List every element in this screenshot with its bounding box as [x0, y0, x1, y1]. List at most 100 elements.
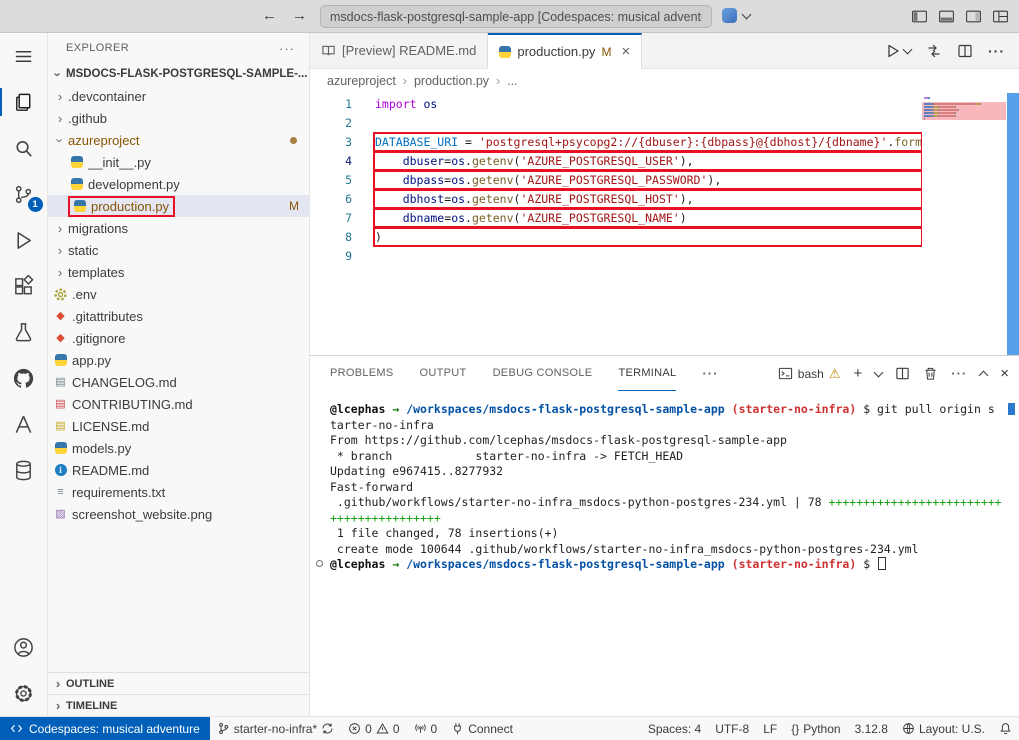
tree-item-static[interactable]: ›static	[48, 239, 309, 261]
tree-item-templates[interactable]: ›templates	[48, 261, 309, 283]
tree-item-.env[interactable]: .env	[48, 283, 309, 305]
timeline-section[interactable]: › TIMELINE	[48, 694, 309, 716]
tree-item-LICENSE.md[interactable]: ▤LICENSE.md	[48, 415, 309, 437]
azure-icon[interactable]	[0, 401, 48, 447]
menu-icon[interactable]	[0, 33, 48, 79]
explorer-more-icon[interactable]: ···	[279, 41, 295, 56]
run-python-file-button[interactable]	[885, 43, 911, 59]
code-line-2[interactable]: 2	[310, 114, 922, 133]
tree-item-development.py[interactable]: development.py	[48, 173, 309, 195]
toggle-sidebar-icon[interactable]	[911, 8, 928, 25]
terminal-content[interactable]: @lcephas → /workspaces/msdocs-flask-post…	[310, 396, 1019, 716]
terminal-shell-selector[interactable]: bash ⚠	[778, 366, 841, 382]
extensions-icon[interactable]	[0, 263, 48, 309]
editor-actions: ···	[885, 33, 1019, 68]
explorer-root-folder[interactable]: › MSDOCS-FLASK-POSTGRESQL-SAMPLE-...	[48, 63, 309, 85]
tab-readme-preview[interactable]: [Preview] README.md	[310, 33, 488, 68]
launch-profile-chevron-icon[interactable]	[874, 367, 884, 377]
notifications-button[interactable]	[992, 717, 1019, 740]
back-icon[interactable]: ←	[262, 7, 277, 24]
tree-item-CONTRIBUTING.md[interactable]: ▤CONTRIBUTING.md	[48, 393, 309, 415]
tree-item-production.py[interactable]: production.pyM	[48, 195, 309, 217]
code-line-9[interactable]: 9	[310, 247, 922, 266]
code-line-5[interactable]: 5 dbpass=os.getenv('AZURE_POSTGRESQL_PAS…	[310, 171, 922, 190]
database-icon[interactable]	[0, 447, 48, 493]
tab-terminal[interactable]: TERMINAL	[618, 356, 676, 391]
radio-tower-icon	[414, 722, 427, 735]
panel-more-tabs-icon[interactable]: ···	[702, 366, 718, 381]
code-editor[interactable]: 1import os23DATABASE_URI = 'postgresql+p…	[310, 93, 1019, 355]
line-number: 6	[310, 190, 352, 209]
tab-production-py[interactable]: production.py M ×	[488, 33, 642, 69]
branch-indicator[interactable]: starter-no-infra*	[210, 717, 341, 740]
tree-item-__init__.py[interactable]: __init__.py	[48, 151, 309, 173]
code-line-6[interactable]: 6 dbhost=os.getenv('AZURE_POSTGRESQL_HOS…	[310, 190, 922, 209]
account-icon[interactable]	[0, 624, 48, 670]
command-center-text: msdocs-flask-postgresql-sample-app [Code…	[330, 10, 702, 24]
command-decoration-icon[interactable]	[316, 560, 323, 567]
file-tree: ›.devcontainer›.github›azureproject__ini…	[48, 85, 309, 525]
ports-indicator[interactable]: 0	[407, 717, 445, 740]
outline-section[interactable]: › OUTLINE	[48, 672, 309, 694]
customize-layout-icon[interactable]	[992, 8, 1009, 25]
remote-indicator[interactable]: Codespaces: musical adventure	[0, 717, 210, 740]
panel-views-more-icon[interactable]: ···	[951, 366, 967, 381]
connect-button[interactable]: Connect	[444, 717, 520, 740]
open-changes-icon[interactable]	[926, 43, 942, 59]
split-terminal-icon[interactable]	[895, 366, 910, 381]
tree-item-requirements.txt[interactable]: ≡requirements.txt	[48, 481, 309, 503]
breadcrumb-symbol[interactable]: ...	[507, 74, 517, 88]
tree-item-models.py[interactable]: models.py	[48, 437, 309, 459]
eol-indicator[interactable]: LF	[756, 717, 784, 740]
problems-indicator[interactable]: 0 0	[341, 717, 406, 740]
tree-item-azureproject[interactable]: ›azureproject	[48, 129, 309, 151]
kill-terminal-trash-icon[interactable]	[923, 366, 938, 381]
tree-item-screenshot_website.png[interactable]: ▨screenshot_website.png	[48, 503, 309, 525]
language-indicator[interactable]: {} Python	[784, 717, 847, 740]
code-line-7[interactable]: 7 dbname=os.getenv('AZURE_POSTGRESQL_NAM…	[310, 209, 922, 228]
tree-item-.devcontainer[interactable]: ›.devcontainer	[48, 85, 309, 107]
split-editor-icon[interactable]	[957, 43, 973, 59]
more-actions-icon[interactable]: ···	[988, 43, 1005, 59]
code-line-8[interactable]: 8)	[310, 228, 922, 247]
tab-label: [Preview] README.md	[342, 43, 476, 58]
command-center[interactable]: msdocs-flask-postgresql-sample-app [Code…	[320, 5, 712, 28]
maximize-panel-icon[interactable]	[979, 371, 989, 381]
search-icon[interactable]	[0, 125, 48, 171]
tab-problems[interactable]: PROBLEMS	[330, 356, 394, 391]
tree-item-README.md[interactable]: iREADME.md	[48, 459, 309, 481]
github-icon[interactable]	[0, 355, 48, 401]
close-panel-icon[interactable]: ×	[1000, 365, 1009, 382]
forward-icon[interactable]: →	[292, 7, 307, 24]
tree-item-.github[interactable]: ›.github	[48, 107, 309, 129]
indent-indicator[interactable]: Spaces: 4	[641, 717, 708, 740]
encoding-indicator[interactable]: UTF-8	[708, 717, 756, 740]
settings-gear-icon[interactable]	[0, 670, 48, 716]
code-line-4[interactable]: 4 dbuser=os.getenv('AZURE_POSTGRESQL_USE…	[310, 152, 922, 171]
python-version-indicator[interactable]: 3.12.8	[848, 717, 895, 740]
remote-menu-button[interactable]	[722, 8, 750, 23]
tree-item-app.py[interactable]: app.py	[48, 349, 309, 371]
code-line-3[interactable]: 3DATABASE_URI = 'postgresql+psycopg2://{…	[310, 133, 922, 152]
run-debug-icon[interactable]	[0, 217, 48, 263]
close-icon[interactable]: ×	[621, 43, 630, 60]
line-number: 2	[310, 114, 352, 133]
toggle-panel-icon[interactable]	[938, 8, 955, 25]
tree-item-CHANGELOG.md[interactable]: ▤CHANGELOG.md	[48, 371, 309, 393]
new-terminal-icon[interactable]: +	[853, 365, 862, 382]
code-line-1[interactable]: 1import os	[310, 95, 922, 114]
keyboard-layout-indicator[interactable]: Layout: U.S.	[895, 717, 992, 740]
tree-item-migrations[interactable]: ›migrations	[48, 217, 309, 239]
minimap[interactable]	[922, 95, 1006, 345]
breadcrumb-file[interactable]: production.py	[414, 74, 489, 88]
overview-ruler[interactable]	[1007, 93, 1019, 355]
tree-item-.gitignore[interactable]: ◆.gitignore	[48, 327, 309, 349]
tab-output[interactable]: OUTPUT	[420, 356, 467, 391]
testing-beaker-icon[interactable]	[0, 309, 48, 355]
source-control-icon[interactable]: 1	[0, 171, 48, 217]
tree-item-.gitattributes[interactable]: ◆.gitattributes	[48, 305, 309, 327]
tab-debug-console[interactable]: DEBUG CONSOLE	[493, 356, 593, 391]
toggle-secondary-sidebar-icon[interactable]	[965, 8, 982, 25]
explorer-icon[interactable]	[0, 79, 48, 125]
breadcrumb-folder[interactable]: azureproject	[327, 74, 396, 88]
